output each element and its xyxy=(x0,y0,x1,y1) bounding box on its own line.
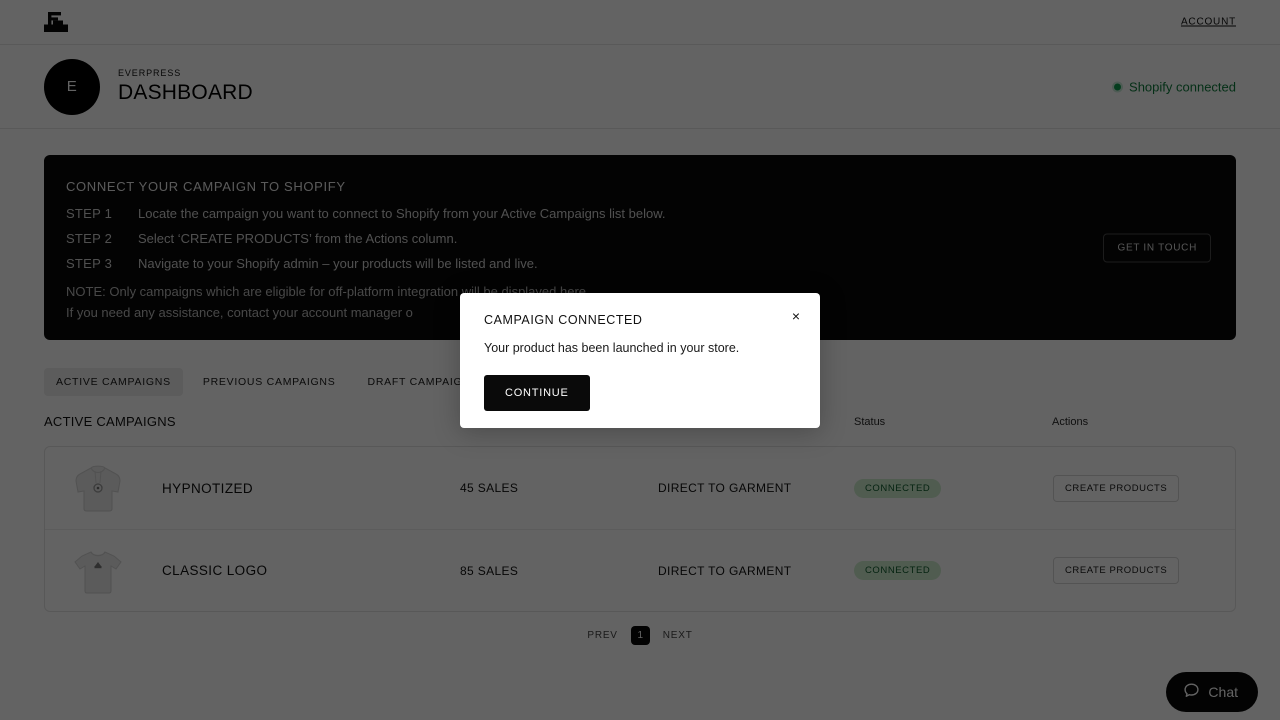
continue-button[interactable]: CONTINUE xyxy=(484,375,590,411)
modal-title: CAMPAIGN CONNECTED xyxy=(484,313,643,327)
modal-body-text: Your product has been launched in your s… xyxy=(484,341,740,355)
close-icon[interactable]: × xyxy=(788,305,804,327)
campaign-connected-modal: CAMPAIGN CONNECTED × Your product has be… xyxy=(460,293,820,428)
